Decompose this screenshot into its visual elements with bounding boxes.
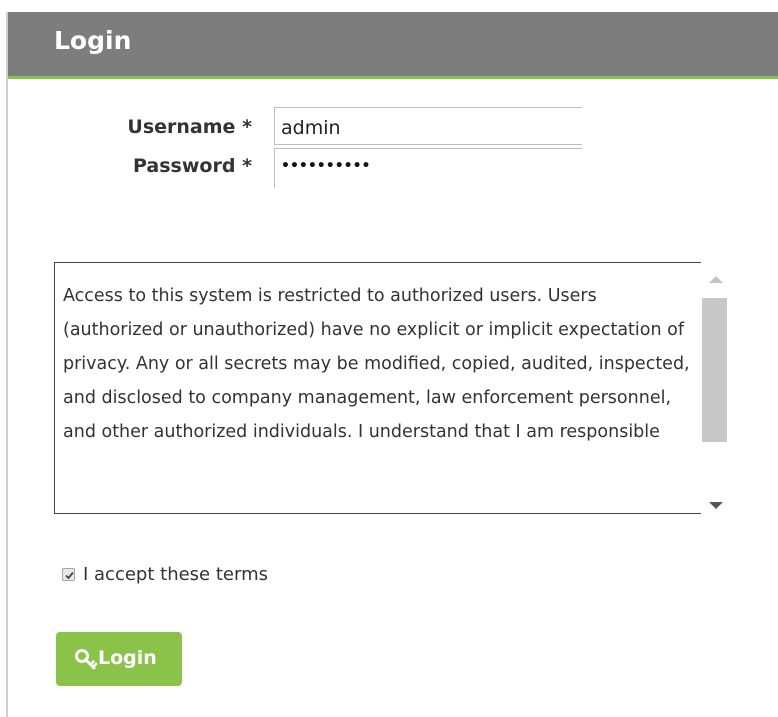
- accept-terms-label[interactable]: I accept these terms: [83, 564, 268, 585]
- required-marker: *: [242, 116, 252, 138]
- login-page: Login Username * admin Password * ••••••…: [0, 0, 778, 717]
- terms-textarea[interactable]: Access to this system is restricted to a…: [54, 262, 732, 514]
- terms-scrollbar[interactable]: [701, 262, 732, 514]
- scroll-up-arrow-icon[interactable]: [709, 276, 723, 283]
- scroll-down-arrow-icon[interactable]: [709, 502, 723, 509]
- username-field[interactable]: admin: [274, 107, 582, 145]
- key-icon: [75, 649, 98, 670]
- login-button[interactable]: Login: [56, 632, 182, 686]
- login-button-label: Login: [98, 647, 157, 669]
- username-label-text: Username: [127, 116, 236, 138]
- password-label-text: Password: [133, 155, 236, 177]
- page-title: Login: [54, 26, 132, 55]
- password-value: ••••••••••: [281, 158, 371, 174]
- username-value: admin: [281, 117, 341, 139]
- checkmark-icon: [65, 571, 74, 580]
- scroll-thumb[interactable]: [702, 298, 727, 442]
- panel-header: Login: [8, 12, 778, 79]
- password-field[interactable]: ••••••••••: [274, 148, 582, 188]
- terms-text: Access to this system is restricted to a…: [63, 286, 690, 442]
- top-strip: [0, 0, 778, 12]
- accept-terms-checkbox[interactable]: [62, 568, 75, 581]
- required-marker: *: [242, 155, 252, 177]
- password-label: Password *: [12, 155, 252, 177]
- username-label: Username *: [12, 116, 252, 138]
- login-panel: Login Username * admin Password * ••••••…: [6, 12, 778, 717]
